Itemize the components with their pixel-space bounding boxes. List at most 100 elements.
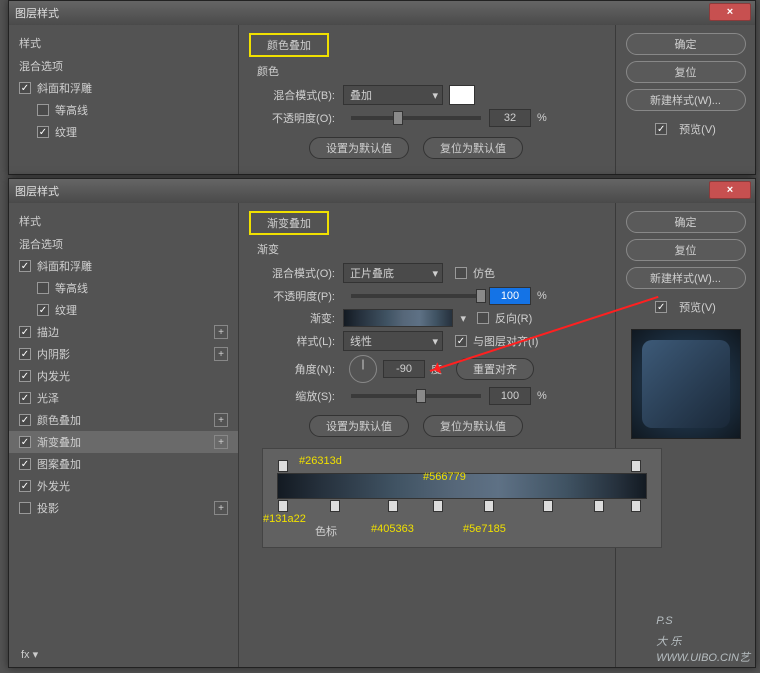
blend-mode-select[interactable]: 叠加 <box>343 85 443 105</box>
scale-slider[interactable] <box>351 394 481 398</box>
sub-title: 渐变 <box>257 241 605 257</box>
opacity-input[interactable]: 32 <box>489 109 531 127</box>
sidebar-head: 样式 <box>9 31 238 55</box>
scale-input[interactable]: 100 <box>489 387 531 405</box>
ok-button[interactable]: 确定 <box>626 211 746 233</box>
color-stop[interactable] <box>594 500 604 512</box>
opacity-label: 不透明度(O): <box>249 110 335 126</box>
align-checkbox[interactable] <box>455 335 467 347</box>
checkbox-icon[interactable] <box>19 436 31 448</box>
layer-style-dialog-2: 图层样式 × 样式 混合选项 斜面和浮雕 等高线 纹理 描边+ 内阴影+ 内发光… <box>8 178 756 668</box>
reset-button[interactable]: 复位 <box>626 239 746 261</box>
color-stop[interactable] <box>278 500 288 512</box>
set-default-button[interactable]: 设置为默认值 <box>309 415 409 437</box>
angle-input[interactable]: -90 <box>383 360 425 378</box>
right-buttons: 确定 复位 新建样式(W)... 预览(V) <box>615 25 755 174</box>
reset-default-button[interactable]: 复位为默认值 <box>423 137 523 159</box>
gradient-swatch[interactable] <box>343 309 453 327</box>
color-stop[interactable] <box>388 500 398 512</box>
color-swatch[interactable] <box>449 85 475 105</box>
checkbox-icon[interactable] <box>19 392 31 404</box>
gradient-label: 渐变: <box>249 310 335 326</box>
checkbox-icon[interactable] <box>19 480 31 492</box>
plus-icon[interactable]: + <box>214 501 228 515</box>
titlebar[interactable]: 图层样式 × <box>9 1 755 25</box>
sidebar-item-bevel[interactable]: 斜面和浮雕 <box>9 255 238 277</box>
fx-label[interactable]: fx ▾ <box>15 646 44 663</box>
color-stop[interactable] <box>484 500 494 512</box>
titlebar[interactable]: 图层样式 × <box>9 179 755 203</box>
checkbox-icon[interactable] <box>19 458 31 470</box>
watermark: P.S 大 乐 WWW.UIBO.CIN艺 <box>656 591 750 665</box>
opacity-stop[interactable] <box>278 460 288 472</box>
reset-default-button[interactable]: 复位为默认值 <box>423 415 523 437</box>
checkbox-icon[interactable] <box>19 260 31 272</box>
slider-thumb[interactable] <box>476 289 486 303</box>
opacity-slider[interactable] <box>351 116 481 120</box>
sidebar-item-drop-shadow[interactable]: 投影+ <box>9 497 238 519</box>
checkbox-icon[interactable] <box>19 414 31 426</box>
close-button[interactable]: × <box>709 3 751 21</box>
new-style-button[interactable]: 新建样式(W)... <box>626 267 746 289</box>
sidebar-item-color-overlay[interactable]: 颜色叠加+ <box>9 409 238 431</box>
color-stop[interactable] <box>433 500 443 512</box>
sidebar-blend-options[interactable]: 混合选项 <box>9 233 238 255</box>
reverse-checkbox[interactable] <box>477 312 489 324</box>
slider-thumb[interactable] <box>393 111 403 125</box>
style-label: 样式(L): <box>249 333 335 349</box>
angle-label: 角度(N): <box>249 361 335 377</box>
set-default-button[interactable]: 设置为默认值 <box>309 137 409 159</box>
sidebar-item-texture[interactable]: 纹理 <box>9 121 238 143</box>
style-select[interactable]: 线性 <box>343 331 443 351</box>
sidebar-item-inner-glow[interactable]: 内发光 <box>9 365 238 387</box>
reset-align-button[interactable]: 重置对齐 <box>456 358 534 380</box>
color-hex: #131a22 <box>263 513 306 525</box>
sidebar-item-inner-shadow[interactable]: 内阴影+ <box>9 343 238 365</box>
sidebar-item-gradient-overlay[interactable]: 渐变叠加+ <box>9 431 238 453</box>
color-stop[interactable] <box>330 500 340 512</box>
opacity-stop[interactable] <box>631 460 641 472</box>
preview-checkbox[interactable] <box>655 301 667 313</box>
sidebar-item-texture[interactable]: 纹理 <box>9 299 238 321</box>
blend-mode-select[interactable]: 正片叠底 <box>343 263 443 283</box>
checkbox-icon[interactable] <box>37 126 49 138</box>
opacity-slider[interactable] <box>351 294 481 298</box>
stop-label: 色标 <box>315 523 337 539</box>
new-style-button[interactable]: 新建样式(W)... <box>626 89 746 111</box>
sidebar-item-contour[interactable]: 等高线 <box>9 277 238 299</box>
sidebar-item-pattern-overlay[interactable]: 图案叠加 <box>9 453 238 475</box>
sidebar-item-outer-glow[interactable]: 外发光 <box>9 475 238 497</box>
style-sidebar: 样式 混合选项 斜面和浮雕 等高线 纹理 <box>9 25 239 174</box>
checkbox-icon[interactable] <box>19 82 31 94</box>
plus-icon[interactable]: + <box>214 435 228 449</box>
checkbox-icon[interactable] <box>19 370 31 382</box>
sidebar-item-bevel[interactable]: 斜面和浮雕 <box>9 77 238 99</box>
opacity-input[interactable]: 100 <box>489 287 531 305</box>
angle-dial[interactable] <box>349 355 377 383</box>
preview-checkbox[interactable] <box>655 123 667 135</box>
sidebar-item-contour[interactable]: 等高线 <box>9 99 238 121</box>
checkbox-icon[interactable] <box>19 326 31 338</box>
plus-icon[interactable]: + <box>214 325 228 339</box>
plus-icon[interactable]: + <box>214 413 228 427</box>
color-stop[interactable] <box>543 500 553 512</box>
close-button[interactable]: × <box>709 181 751 199</box>
checkbox-icon[interactable] <box>37 304 49 316</box>
checkbox-icon[interactable] <box>19 348 31 360</box>
sidebar-item-satin[interactable]: 光泽 <box>9 387 238 409</box>
blend-mode-label: 混合模式(B): <box>249 87 335 103</box>
sidebar-item-stroke[interactable]: 描边+ <box>9 321 238 343</box>
checkbox-icon[interactable] <box>37 104 49 116</box>
plus-icon[interactable]: + <box>214 347 228 361</box>
color-hex: #566779 <box>423 471 466 483</box>
color-stop[interactable] <box>631 500 641 512</box>
dither-checkbox[interactable] <box>455 267 467 279</box>
dialog-title: 图层样式 <box>15 183 59 199</box>
slider-thumb[interactable] <box>416 389 426 403</box>
sidebar-blend-options[interactable]: 混合选项 <box>9 55 238 77</box>
content-panel: 颜色叠加 颜色 混合模式(B): 叠加 不透明度(O): 32 % 设置为默认值… <box>239 25 615 174</box>
checkbox-icon[interactable] <box>37 282 49 294</box>
ok-button[interactable]: 确定 <box>626 33 746 55</box>
reset-button[interactable]: 复位 <box>626 61 746 83</box>
checkbox-icon[interactable] <box>19 502 31 514</box>
